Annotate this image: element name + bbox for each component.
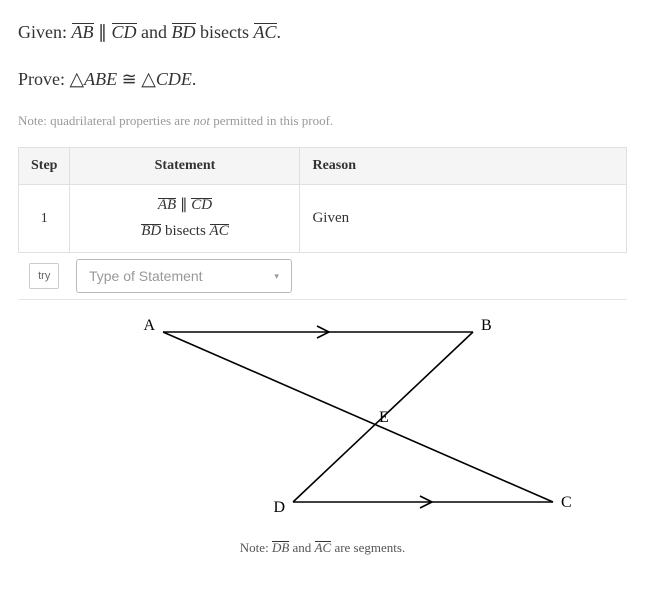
table-row: 1 AB ∥ CD BD bisects AC Given [19,185,627,253]
point-E: E [379,409,389,426]
point-C: C [561,494,572,511]
diagram-note: Note: DB and AC are segments. [18,540,627,556]
header-step: Step [19,148,70,185]
point-D: D [273,499,285,516]
geometry-diagram: A B C D E [73,312,573,532]
prove-text: Prove: △ABE ≅ △CDE. [18,65,627,95]
proof-table: Step Statement Reason 1 AB ∥ CD BD bisec… [18,147,627,300]
point-A: A [143,317,155,334]
statement-cell: AB ∥ CD BD bisects AC [70,185,300,253]
header-reason: Reason [300,148,627,185]
given-text: Given: AB ∥ CD and BD bisects AC. [18,18,627,47]
header-statement: Statement [70,148,300,185]
point-B: B [481,317,492,334]
type-of-statement-select[interactable]: Type of Statement ▾ [76,259,292,293]
step-number: 1 [19,185,70,253]
input-row: try Type of Statement ▾ [19,253,627,300]
type-placeholder: Type of Statement [89,268,203,284]
try-button[interactable]: try [29,263,59,289]
restriction-note: Note: quadrilateral properties are not p… [18,113,627,129]
chevron-down-icon: ▾ [274,271,279,282]
reason-cell: Given [300,185,627,253]
